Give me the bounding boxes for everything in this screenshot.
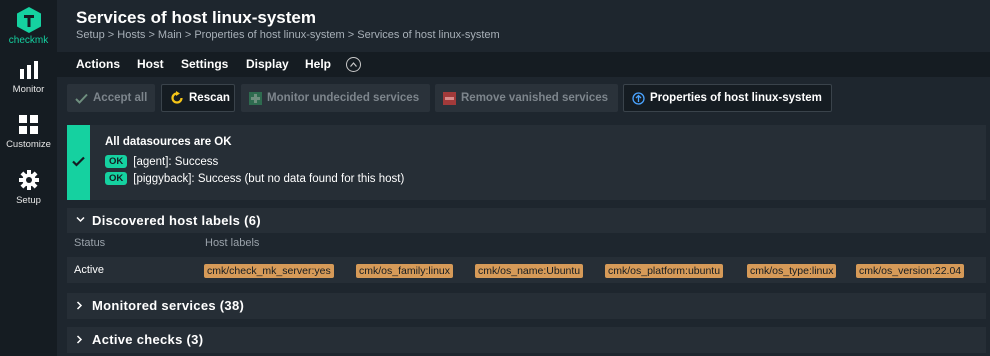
menu-bar: Actions Host Settings Display Help bbox=[57, 52, 990, 77]
ok-badge: OK bbox=[105, 172, 128, 185]
menu-host[interactable]: Host bbox=[137, 57, 164, 71]
status-ok-bar bbox=[67, 125, 90, 200]
sidebar-item-label: Setup bbox=[16, 195, 41, 206]
section-monitored-services-header[interactable]: Monitored services (38) bbox=[67, 293, 986, 319]
grid-icon bbox=[19, 115, 38, 134]
add-icon bbox=[249, 91, 262, 105]
host-properties-button[interactable]: Properties of host linux-system bbox=[623, 84, 832, 112]
remove-icon bbox=[443, 91, 456, 105]
rescan-label: Rescan bbox=[189, 92, 230, 104]
checkmark-icon bbox=[72, 156, 85, 167]
section-active-checks-header[interactable]: Active checks (3) bbox=[67, 327, 986, 353]
remove-vanished-button[interactable]: Remove vanished services bbox=[435, 84, 618, 112]
remove-vanished-label: Remove vanished services bbox=[461, 92, 609, 104]
sidebar: checkmk Monitor Customize Setup bbox=[0, 0, 57, 356]
host-label-tag[interactable]: cmk/os_version:22.04 bbox=[856, 264, 965, 278]
page-title: Services of host linux-system bbox=[76, 8, 316, 27]
host-label-tag[interactable]: cmk/os_family:linux bbox=[356, 264, 454, 278]
monitor-undecided-label: Monitor undecided services bbox=[267, 92, 420, 104]
section-host-labels-header[interactable]: Discovered host labels (6) bbox=[67, 208, 986, 234]
page-header: Services of host linux-system Setup > Ho… bbox=[57, 0, 990, 52]
table-row: Active cmk/check_mk_server:yes cmk/os_fa… bbox=[67, 257, 986, 283]
accept-all-label: Accept all bbox=[93, 92, 148, 104]
host-label-tag[interactable]: cmk/os_platform:ubuntu bbox=[605, 264, 724, 278]
sidebar-item-setup[interactable]: Setup bbox=[0, 170, 57, 206]
section-title: Monitored services (38) bbox=[92, 298, 245, 313]
checkmk-logo-icon bbox=[16, 7, 41, 33]
status-line-agent: OK [agent]: Success bbox=[105, 155, 218, 168]
status-title: All datasources are OK bbox=[105, 136, 232, 148]
breadcrumb[interactable]: Setup > Hosts > Main > Properties of hos… bbox=[76, 29, 500, 41]
rescan-button[interactable]: Rescan bbox=[161, 84, 235, 112]
sidebar-item-customize[interactable]: Customize bbox=[0, 115, 57, 150]
accept-all-button[interactable]: Accept all bbox=[67, 84, 155, 112]
menu-display[interactable]: Display bbox=[246, 57, 289, 71]
host-labels-table: Status Host labels Active cmk/check_mk_s… bbox=[67, 233, 986, 287]
menu-toggle-button[interactable] bbox=[346, 57, 361, 72]
ok-badge: OK bbox=[105, 155, 128, 168]
column-header-status: Status bbox=[74, 237, 106, 249]
datasource-status-box: All datasources are OK OK [agent]: Succe… bbox=[67, 125, 986, 200]
menu-settings[interactable]: Settings bbox=[181, 57, 228, 71]
sidebar-item-monitor[interactable]: Monitor bbox=[0, 61, 57, 95]
menu-help[interactable]: Help bbox=[305, 57, 331, 71]
chevron-down-icon bbox=[76, 216, 85, 223]
rescan-icon bbox=[171, 91, 183, 104]
checkmk-logo[interactable]: checkmk bbox=[0, 6, 57, 46]
sidebar-item-label: Customize bbox=[6, 139, 51, 150]
gear-icon bbox=[18, 170, 39, 190]
status-line-text: [piggyback]: Success (but no data found … bbox=[133, 172, 405, 185]
section-title: Discovered host labels (6) bbox=[92, 213, 261, 228]
monitor-undecided-button[interactable]: Monitor undecided services bbox=[241, 84, 430, 112]
host-label-tag[interactable]: cmk/check_mk_server:yes bbox=[204, 264, 334, 278]
status-line-text: [agent]: Success bbox=[133, 155, 219, 168]
host-properties-label: Properties of host linux-system bbox=[650, 92, 822, 104]
host-label-tag[interactable]: cmk/os_type:linux bbox=[747, 264, 837, 278]
sidebar-item-label: Monitor bbox=[12, 84, 45, 95]
column-header-host-labels: Host labels bbox=[205, 237, 260, 249]
row-status: Active bbox=[74, 264, 104, 276]
chevron-up-icon bbox=[350, 62, 357, 67]
host-label-tag[interactable]: cmk/os_name:Ubuntu bbox=[475, 264, 584, 278]
checkmark-icon bbox=[75, 93, 88, 104]
chevron-right-icon bbox=[76, 335, 83, 344]
bar-chart-icon bbox=[19, 61, 38, 79]
logo-text: checkmk bbox=[8, 35, 49, 46]
info-up-icon bbox=[632, 91, 645, 105]
menu-actions[interactable]: Actions bbox=[76, 57, 120, 71]
section-title: Active checks (3) bbox=[92, 332, 204, 347]
status-line-piggyback: OK [piggyback]: Success (but no data fou… bbox=[105, 172, 404, 185]
chevron-right-icon bbox=[76, 301, 83, 310]
